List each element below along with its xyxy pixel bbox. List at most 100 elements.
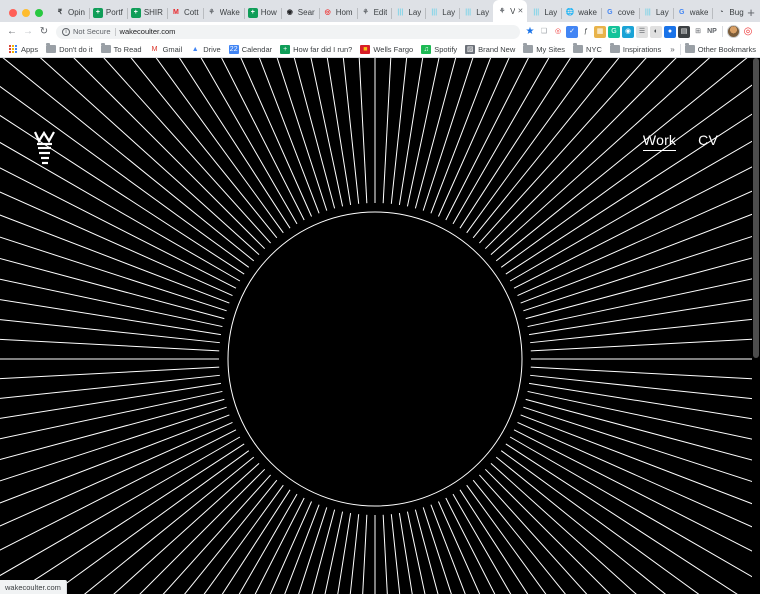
tab-how[interactable]: +How <box>244 3 281 22</box>
bookmark-label: To Read <box>114 45 142 54</box>
gmail-icon: M <box>150 45 160 54</box>
bookmark-inspirations[interactable]: Inspirations <box>606 45 665 54</box>
extension-clipboard-icon[interactable]: ❑ <box>538 26 550 38</box>
bookmark-wells-fargo[interactable]: ■Wells Fargo <box>356 45 417 54</box>
folder-icon <box>523 45 533 54</box>
bookmark-gmail[interactable]: MGmail <box>146 45 187 54</box>
not-secure-icon[interactable]: i <box>62 28 70 36</box>
tab-lay[interactable]: |||Lay <box>425 3 459 22</box>
nav-item-cv[interactable]: CV <box>698 132 718 148</box>
opera-o-icon: ◎ <box>323 8 333 18</box>
extension-checklist-icon[interactable]: ✓ <box>566 26 578 38</box>
sunburst-graphic <box>0 58 752 594</box>
tab-cove[interactable]: Gcove <box>601 3 639 22</box>
tab-lay[interactable]: |||Lay <box>391 3 425 22</box>
extension-font-icon[interactable]: ƒ <box>580 26 592 38</box>
bookmark-nyc[interactable]: NYC <box>569 45 606 54</box>
profile-avatar[interactable] <box>727 25 740 38</box>
tab-cott[interactable]: MCott <box>167 3 203 22</box>
wake-lamp-icon: ⚘ <box>361 8 371 18</box>
sheets-icon: + <box>248 8 258 18</box>
sunburst-center-circle <box>228 212 522 506</box>
bookmark-other-bookmarks[interactable]: Other Bookmarks <box>681 45 760 54</box>
stripes-icon: ||| <box>643 8 653 18</box>
rupee-icon: ₹ <box>55 8 65 18</box>
tab-wake[interactable]: Gwake <box>673 3 713 22</box>
bookmark-how-far-did-i-run[interactable]: +How far did I run? <box>276 45 356 54</box>
tab-lay[interactable]: |||Lay <box>459 3 493 22</box>
extension-camera-icon[interactable]: ◉ <box>622 26 634 38</box>
extension-opera-icon[interactable]: ◎ <box>552 26 564 38</box>
extension-globe-blue-icon[interactable]: ● <box>664 26 676 38</box>
page-scrollbar-thumb[interactable] <box>753 58 759 358</box>
bookmarks-bar: AppsDon't do it To Read MGmail▲Drive22Cale… <box>0 41 760 58</box>
tab-hom[interactable]: ◎Hom <box>319 3 357 22</box>
bookmark-spotify[interactable]: ♫Spotify <box>417 45 461 54</box>
security-status-label: Not Secure <box>73 27 111 36</box>
bookmark-label: Drive <box>203 45 221 54</box>
tab-wake[interactable]: 🌐wake <box>561 3 601 22</box>
google-g-icon: G <box>605 8 615 18</box>
bookmark-brand-new[interactable]: ▨Brand New <box>461 45 519 54</box>
bookmarks-overflow-button[interactable]: » <box>665 45 679 54</box>
tab-wake[interactable]: ⚘Wake <box>203 3 244 22</box>
tab-label: cove <box>618 8 635 17</box>
browser-menu-icon[interactable]: ◎ <box>742 26 754 38</box>
folder-icon <box>573 45 583 54</box>
tab-label: Lay <box>656 8 669 17</box>
extension-image-icon[interactable]: ▦ <box>594 26 606 38</box>
back-button[interactable]: ← <box>4 24 20 40</box>
address-bar[interactable]: i Not Secure wakecoulter.com <box>56 25 520 39</box>
tab-lay[interactable]: |||Lay <box>639 3 673 22</box>
bookmark-label: Inspirations <box>623 45 661 54</box>
extension-screencast-icon[interactable]: ▤ <box>678 26 690 38</box>
medium-m-icon: M <box>171 8 181 18</box>
extension-evernote-icon[interactable]: ◐ <box>650 26 662 38</box>
bookmark-apps[interactable]: Apps <box>4 45 42 54</box>
extension-np-icon[interactable]: NP <box>706 26 718 38</box>
omnibox-divider <box>115 28 116 36</box>
folder-icon <box>101 45 111 54</box>
bookmark-calendar[interactable]: 22Calendar <box>225 45 276 54</box>
url-text: wakecoulter.com <box>120 27 176 36</box>
folder-icon <box>610 45 620 54</box>
bookmark-to-read[interactable]: To Read <box>97 45 146 54</box>
extension-grid-icon[interactable]: ⊞ <box>692 26 704 38</box>
bookmark-star-icon[interactable]: ★ <box>524 26 536 38</box>
tab-close-icon[interactable]: ✕ <box>517 8 523 15</box>
tab-lay[interactable]: |||Lay <box>527 3 561 22</box>
tab-edit[interactable]: ⚘Edit <box>357 3 392 22</box>
brandnew-icon: ▨ <box>465 45 475 54</box>
bookmark-my-sites[interactable]: My Sites <box>519 45 569 54</box>
tab-label: Lay <box>442 8 455 17</box>
extension-grammarly-icon[interactable]: G <box>608 26 620 38</box>
window-controls <box>2 9 51 22</box>
tab-bug[interactable]: ◔Bug <box>712 3 747 22</box>
close-window-button[interactable] <box>9 9 17 17</box>
tab-shir[interactable]: +SHIR <box>127 3 167 22</box>
browser-window: ₹Opin+Portf+SHIRMCott⚘Wake+How◉Sear◎Hom⚘… <box>0 0 760 594</box>
page-content: Work CV Wake Coulter is a graphic design… <box>0 58 760 594</box>
tab-label: Edit <box>374 8 388 17</box>
reload-button[interactable]: ↻ <box>36 24 52 40</box>
stripes-icon: ||| <box>531 8 541 18</box>
google-g-icon: G <box>677 8 687 18</box>
minimize-window-button[interactable] <box>22 9 30 17</box>
tab-opin[interactable]: ₹Opin <box>51 3 89 22</box>
browser-toolbar: ← → ↻ i Not Secure wakecoulter.com ★❑◎✓ƒ… <box>0 22 760 41</box>
nav-item-work[interactable]: Work <box>643 132 676 151</box>
zoom-window-button[interactable] <box>35 9 43 17</box>
tab-v[interactable]: ⚘V✕ <box>493 0 527 22</box>
bookmark-drive[interactable]: ▲Drive <box>186 45 225 54</box>
bookmark-don-t-do-it[interactable]: Don't do it <box>42 45 97 54</box>
globe-icon: 🌐 <box>565 8 575 18</box>
tab-portf[interactable]: +Portf <box>89 3 127 22</box>
forward-button[interactable]: → <box>20 24 36 40</box>
link-status-bar: wakecoulter.com <box>0 580 67 594</box>
extension-notes-icon[interactable]: ☰ <box>636 26 648 38</box>
page-scrollbar-track[interactable] <box>752 58 760 594</box>
tab-sear[interactable]: ◉Sear <box>281 3 319 22</box>
wake-coulter-monogram-logo[interactable] <box>33 130 75 180</box>
sheets-icon: + <box>280 45 290 54</box>
tab-label: Cott <box>184 8 199 17</box>
